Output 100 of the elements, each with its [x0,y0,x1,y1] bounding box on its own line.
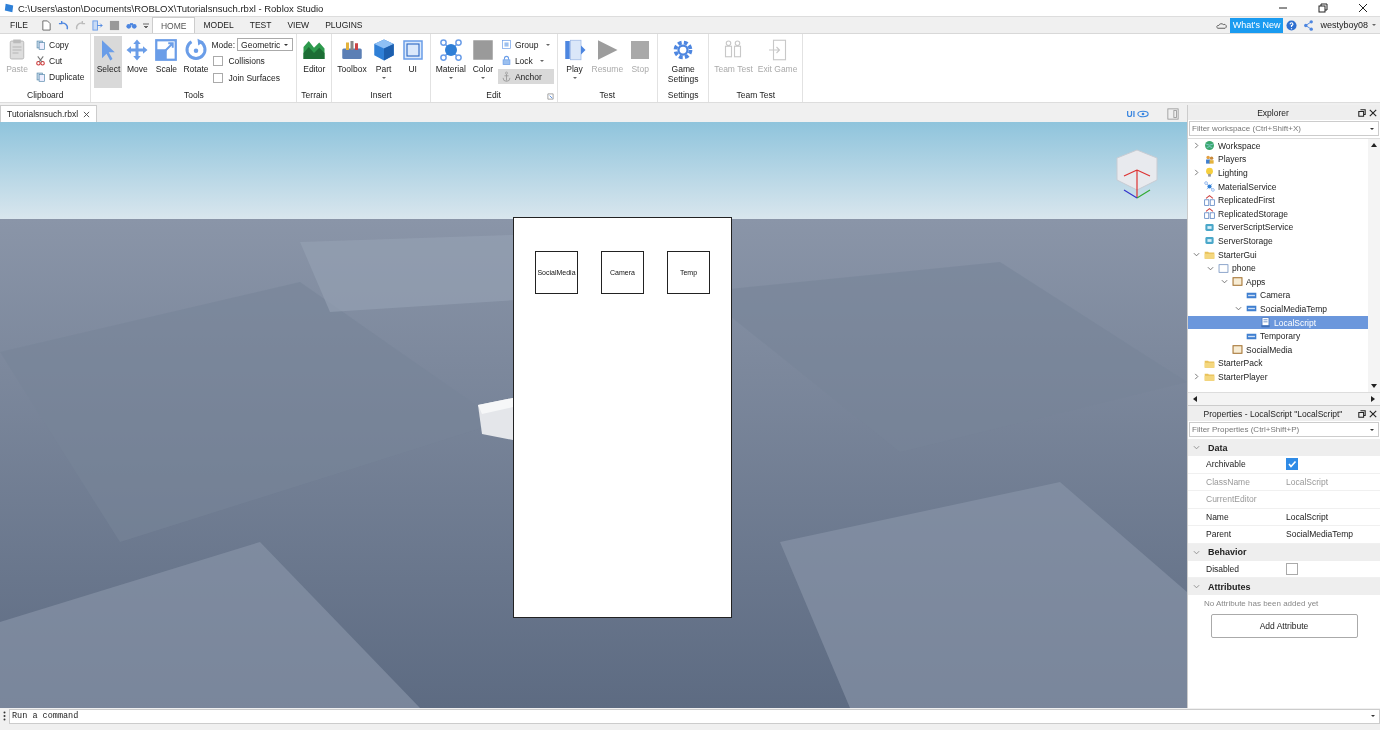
help-icon[interactable] [1286,19,1298,31]
ribbon-tab[interactable]: MODEL [195,17,242,33]
close-icon[interactable] [83,110,91,118]
tree-item[interactable]: MaterialService [1188,179,1368,194]
device-icon[interactable] [1167,107,1179,120]
close-icon[interactable] [1369,409,1377,418]
ribbon-button[interactable]: Part [369,36,398,88]
ribbon-button[interactable]: Color [468,36,497,88]
property-value[interactable]: LocalScript [1286,511,1329,522]
ribbon-button[interactable]: Anchor [497,69,554,84]
tree-item[interactable]: StarterGui [1188,247,1368,262]
copy-icon [35,39,46,50]
tree-item[interactable]: Players [1188,152,1368,167]
user-name[interactable]: westyboy08 [1320,20,1368,30]
chevron-icon[interactable] [1193,583,1200,590]
scroll-up-icon[interactable] [1370,142,1378,148]
ribbon-button[interactable]: Editor [300,36,329,88]
checkbox[interactable] [1286,458,1298,471]
float-icon[interactable] [1358,108,1366,117]
tree-item[interactable]: ServerStorage [1188,234,1368,248]
checkbox[interactable] [213,56,224,66]
add-attribute-button[interactable]: Add Attribute [1210,614,1358,638]
property-value[interactable]: SocialMediaTemp [1286,529,1354,540]
empty-note: No Attribute has been added yet [1203,598,1320,610]
share-icon[interactable] [1303,19,1315,31]
scroll-right-icon[interactable] [1370,395,1376,403]
chevron-icon[interactable] [1193,251,1200,259]
ribbon-button[interactable]: UI [398,36,427,88]
publish-icon[interactable] [91,19,103,31]
scroll-down-icon[interactable] [1370,383,1378,389]
dropdown-caret-icon[interactable] [1370,714,1376,718]
tree-item[interactable]: ReplicatedFirst [1188,193,1368,207]
property-name: CurrentEditor [1205,494,1258,505]
tree-item[interactable]: Temporary [1188,329,1368,343]
close-icon[interactable] [1358,3,1368,13]
ribbon-tab[interactable]: VIEW [279,17,318,33]
ribbon-button[interactable]: Select [94,36,123,88]
dialog-launcher-icon[interactable] [546,93,554,100]
redo-icon[interactable] [74,19,86,31]
ribbon-button[interactable]: Lock [497,53,554,68]
terrain-icon [302,38,327,62]
ribbon-button[interactable]: Play [560,36,589,88]
tree-item[interactable]: StarterPack [1188,356,1368,371]
checkbox[interactable] [213,73,224,83]
tree-item[interactable]: ReplicatedStorage [1188,206,1368,221]
ribbon-button[interactable]: Cut [32,53,88,68]
chevron-icon[interactable] [1193,169,1200,177]
chevron-icon[interactable] [1193,548,1200,556]
frame-icon [400,38,425,62]
frame-icon [1232,276,1243,288]
tree-item[interactable]: Apps [1188,274,1368,289]
section-header[interactable]: Attributes [1188,578,1380,595]
close-icon[interactable] [1369,108,1377,117]
document-tab[interactable]: Tutorialsnsuch.rbxl [0,105,98,122]
chevron-icon[interactable] [1193,444,1200,451]
ribbon-button[interactable]: Duplicate [32,69,88,84]
tree-item[interactable]: SocialMediaTemp [1188,302,1368,316]
folder-icon [1204,371,1215,383]
mode-dropdown[interactable]: Geometric [237,38,294,51]
float-icon[interactable] [1358,409,1366,418]
ribbon-button[interactable]: Rotate [181,36,211,88]
ribbon-button[interactable]: Move [123,36,152,88]
dropdown-caret-icon[interactable] [1369,126,1375,131]
tree-item[interactable]: Camera [1188,288,1368,303]
tree-item[interactable]: ServerScriptService [1188,220,1368,235]
ribbon-button[interactable]: Material [433,36,468,88]
ribbon-button[interactable]: Toolbox [335,36,369,88]
tree-item[interactable]: Lighting [1188,166,1368,180]
material-icon [1204,181,1215,193]
ribbon-tab[interactable]: PLUGINS [317,17,371,33]
ribbon-button[interactable]: Copy [32,37,88,52]
chevron-icon[interactable] [1207,264,1214,272]
restore-icon[interactable] [1318,3,1328,13]
ribbon-tab[interactable]: TEST [241,17,280,33]
ribbon-button[interactable]: Group [497,37,554,52]
new-file-icon[interactable] [40,19,52,31]
checkbox[interactable] [1286,562,1298,575]
dropdown-caret-icon[interactable] [1369,427,1375,432]
customize-caret-icon[interactable] [142,22,149,28]
ribbon-button[interactable]: Scale [152,36,181,88]
chevron-icon[interactable] [1221,278,1228,286]
command-field[interactable]: Run a command [9,708,1380,724]
tree-item[interactable]: StarterPlayer [1188,370,1368,384]
filter-field[interactable]: Filter workspace (Ctrl+Shift+X) [1189,121,1379,136]
scroll-left-icon[interactable] [1192,395,1198,403]
tree-item[interactable]: phone [1188,261,1368,275]
filter-field[interactable]: Filter Properties (Ctrl+Shift+P) [1189,422,1379,437]
chevron-icon[interactable] [1235,305,1242,313]
tree-item[interactable]: SocialMedia [1188,342,1368,357]
undo-icon[interactable] [57,19,69,31]
chevron-icon[interactable] [1193,373,1200,381]
grip-icon[interactable] [3,711,6,721]
ribbon-tab[interactable]: HOME [151,17,196,33]
chevron-icon[interactable] [1193,142,1200,150]
file-menu[interactable]: FILE [0,20,38,30]
section-title: Data [1208,442,1228,453]
ribbon-button[interactable]: Game Settings [661,36,706,88]
tree-item[interactable]: Workspace [1188,139,1368,153]
section-header[interactable]: Data [1188,439,1380,456]
stop-icon[interactable] [108,19,120,31]
